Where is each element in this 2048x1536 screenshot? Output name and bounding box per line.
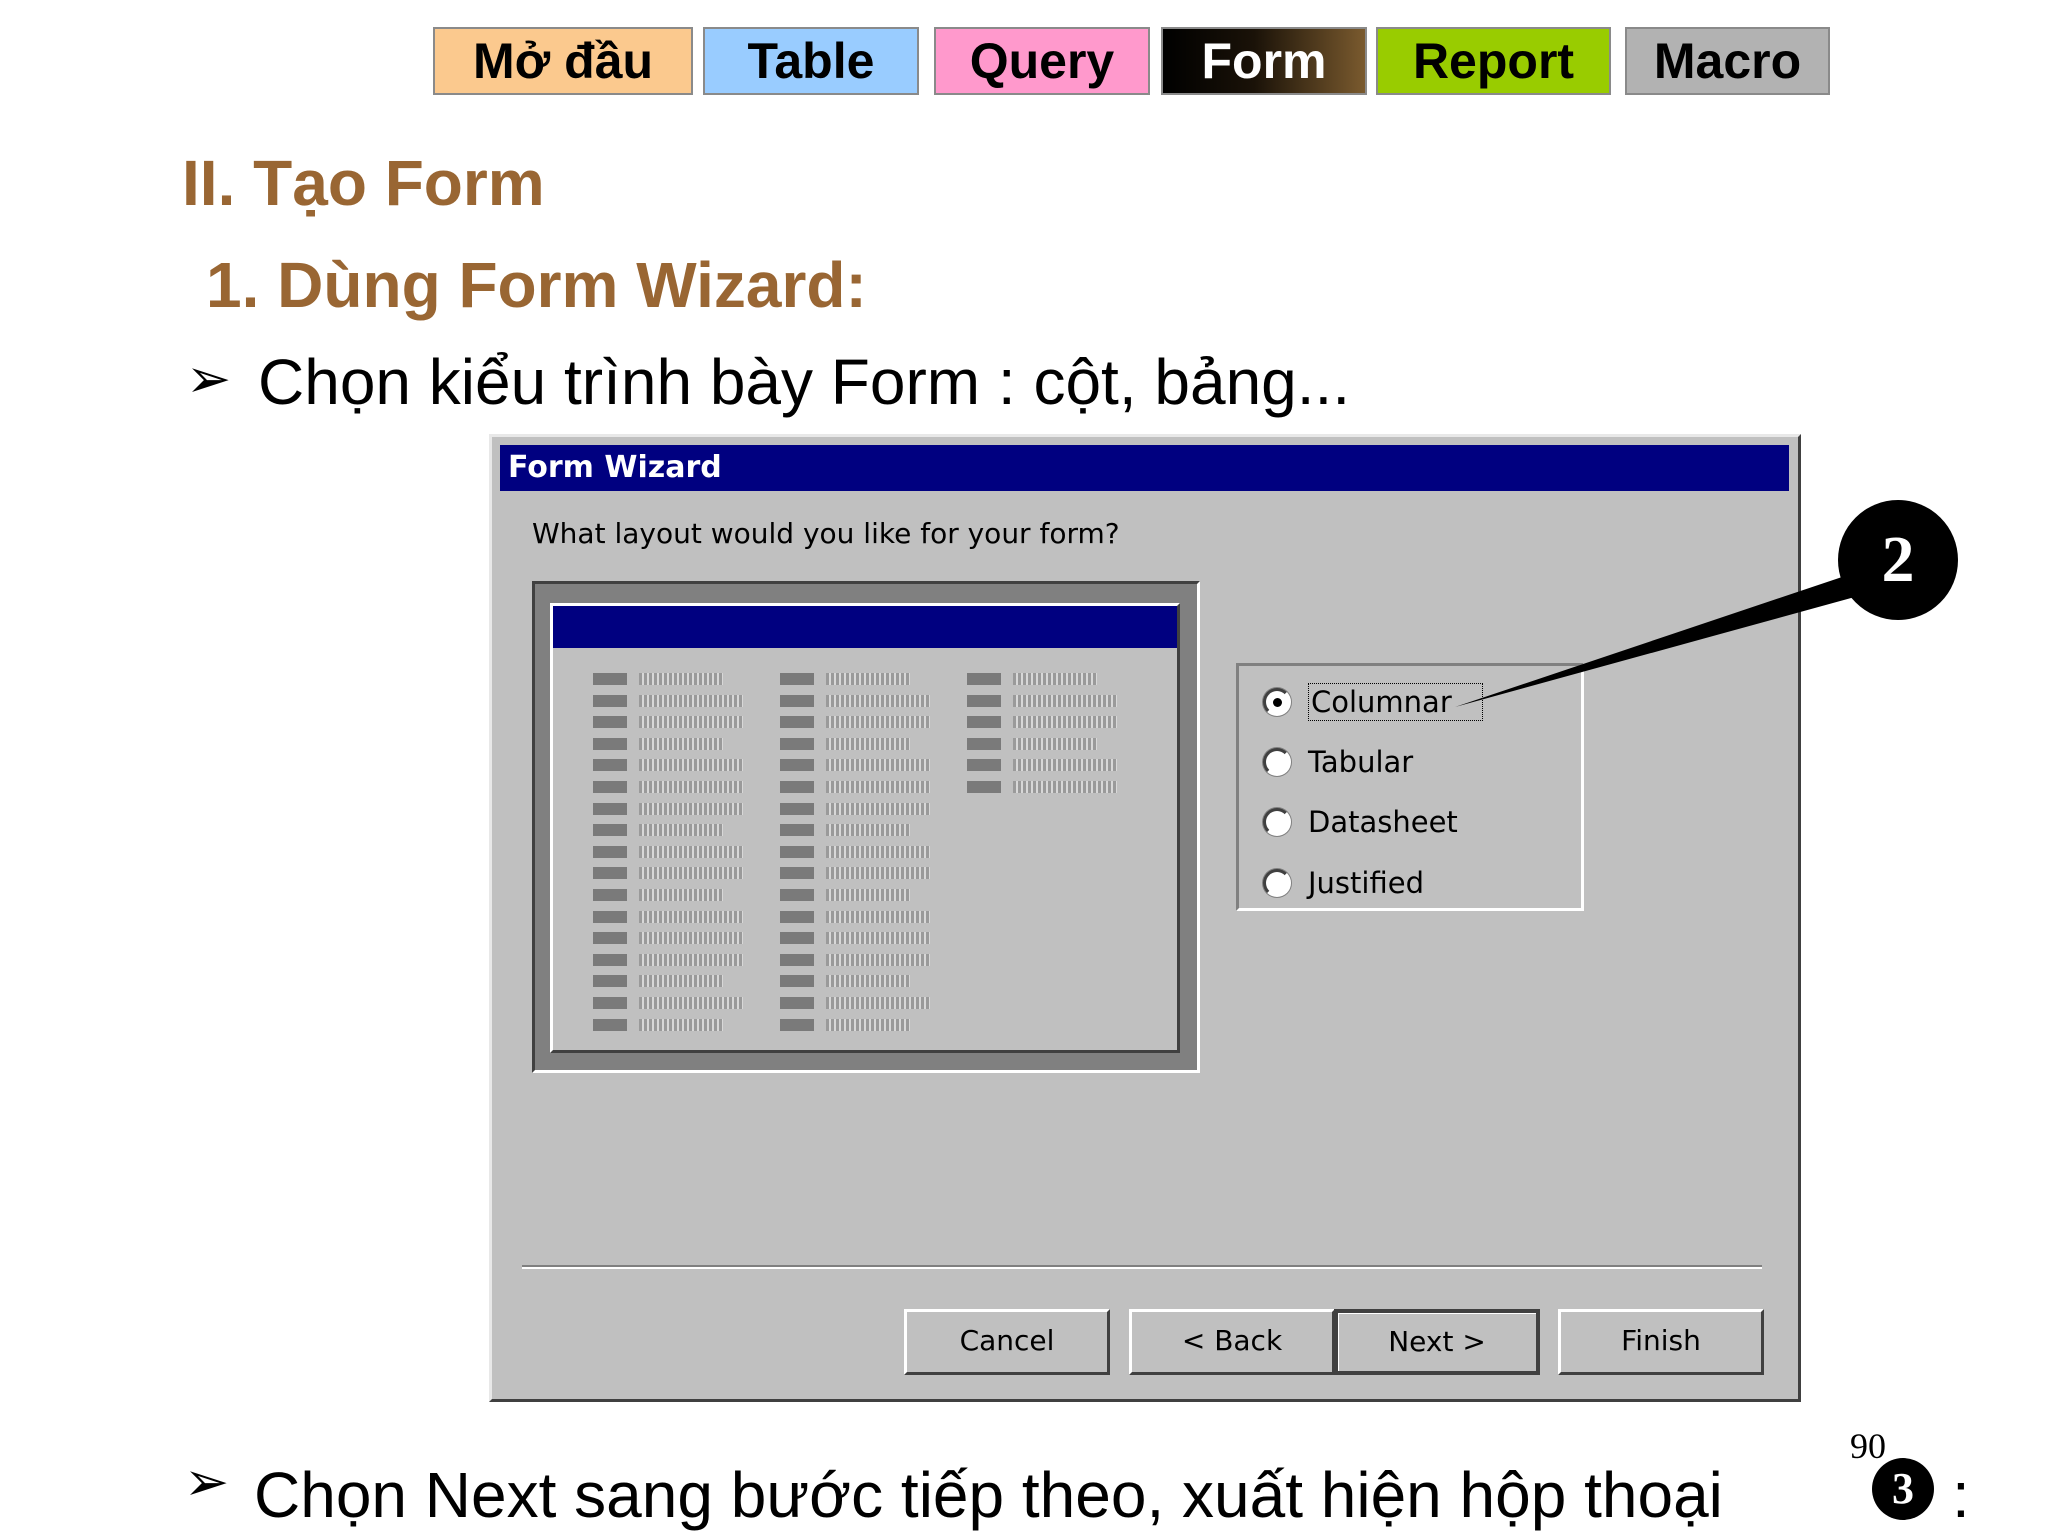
trailing-colon: : — [1952, 1459, 1970, 1531]
bullet-text-next: Chọn Next sang bước tiếp theo, xuất hiện… — [254, 1459, 1723, 1531]
step-3-callout: 3 — [1872, 1458, 1934, 1520]
bullet-arrow-icon: ➢ — [184, 1450, 230, 1513]
page-number: 90 — [1850, 1426, 1886, 1466]
callout-pointer — [1455, 575, 1862, 707]
step-2-callout: 2 — [1838, 500, 1958, 620]
